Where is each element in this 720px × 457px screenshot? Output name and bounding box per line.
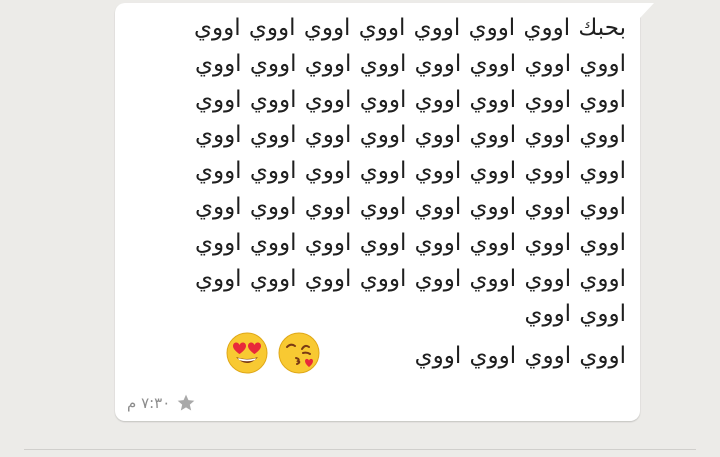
- face-blowing-a-kiss-icon: [278, 332, 320, 374]
- divider: [24, 449, 696, 450]
- star-icon[interactable]: [176, 393, 196, 413]
- smiling-face-with-heart-eyes-icon: [226, 332, 268, 374]
- message-time: ٧:٣٠ م: [127, 394, 171, 412]
- emoji-row: [225, 328, 321, 378]
- bubble-tail: [639, 3, 654, 19]
- message-meta: ٧:٣٠ م: [127, 393, 196, 413]
- message-bubble[interactable]: بحبك اووي اووي اووي اووي اووي اووي اووي …: [115, 3, 654, 421]
- message-text: بحبك اووي اووي اووي اووي اووي اووي اووي …: [194, 15, 626, 328]
- message-text-last-line: اووي اووي اووي اووي: [414, 343, 626, 369]
